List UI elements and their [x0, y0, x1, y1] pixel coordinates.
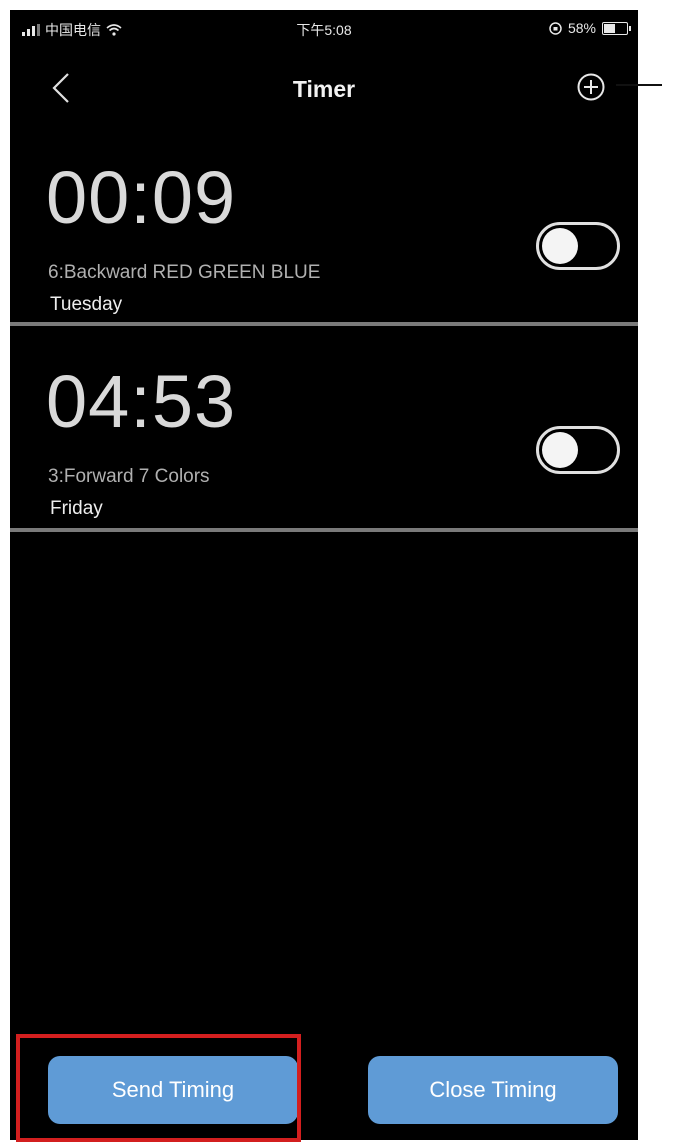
status-bar: 中国电信 下午5:08 58% — [10, 10, 638, 48]
orientation-lock-icon — [549, 21, 562, 35]
battery-icon — [602, 21, 631, 35]
divider — [10, 528, 638, 532]
toggle-knob — [542, 228, 578, 264]
timer-day: Tuesday — [50, 294, 123, 315]
page-title: Timer — [292, 76, 356, 102]
timer-mode: 3:Forward 7 Colors — [48, 466, 210, 487]
divider — [10, 322, 638, 326]
timer-mode: 6:Backward RED GREEN BLUE — [48, 262, 321, 283]
timer-toggle[interactable] — [536, 426, 620, 474]
toggle-knob — [542, 432, 578, 468]
timer-day: Friday — [50, 498, 103, 519]
plus-circle-icon[interactable] — [576, 72, 606, 102]
highlight-box — [16, 1034, 301, 1142]
nav-bar: Timer — [10, 52, 638, 122]
phone-screen: 中国电信 下午5:08 58% Timer 00:09 6:Backward R… — [10, 10, 638, 1140]
close-timing-button[interactable]: Close Timing — [368, 1056, 618, 1124]
status-right: 58% — [549, 20, 631, 36]
callout-line — [616, 84, 662, 86]
timer-time: 00:09 — [46, 156, 237, 239]
timer-time: 04:53 — [46, 360, 237, 443]
battery-percent: 58% — [567, 20, 596, 36]
status-time: 下午5:08 — [296, 22, 352, 38]
timer-row[interactable]: 04:53 3:Forward 7 Colors Friday — [10, 356, 638, 556]
timer-toggle[interactable] — [536, 222, 620, 270]
